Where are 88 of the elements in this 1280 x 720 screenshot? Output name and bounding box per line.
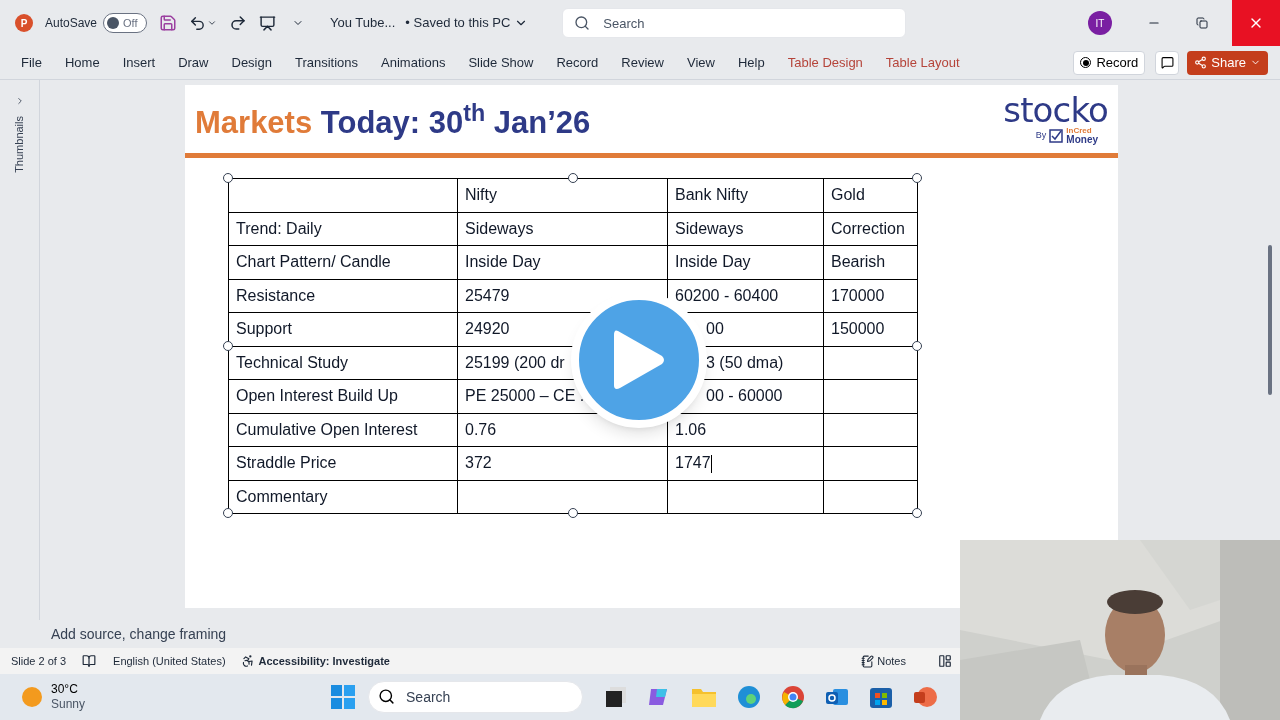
comments-button[interactable] — [1155, 50, 1180, 75]
ribbon-tab[interactable]: Animations — [381, 52, 446, 73]
table-cell: Chart Pattern/ Candle — [228, 245, 458, 279]
document-title[interactable]: You Tube... — [330, 13, 396, 33]
table-cell: Straddle Price — [228, 446, 458, 480]
notes-hint[interactable]: Add source, change framing — [51, 623, 227, 645]
edge-icon[interactable] — [737, 685, 762, 709]
table-cell: Support — [228, 312, 458, 346]
ribbon-tab[interactable]: Table Layout — [885, 52, 960, 73]
checkbox-icon — [1049, 129, 1064, 143]
ribbon-tab[interactable]: Draw — [178, 52, 209, 73]
table-cell: Gold — [823, 178, 918, 212]
search-icon — [574, 15, 591, 31]
weather-condition[interactable]: Sunny — [51, 697, 86, 712]
save-icon[interactable] — [159, 14, 178, 32]
thumbnails-label[interactable]: Thumbnails — [11, 116, 28, 173]
slide-counter[interactable]: Slide 2 of 3 — [11, 652, 67, 670]
selection-handle[interactable] — [223, 341, 233, 351]
table-cell: 372 — [457, 446, 668, 480]
table-cell: Technical Study — [228, 346, 458, 380]
selection-handle[interactable] — [223, 173, 233, 183]
ribbon-tab[interactable]: Slide Show — [468, 52, 534, 73]
table-cell: Bearish — [823, 245, 918, 279]
ribbon-tab[interactable]: File — [21, 52, 42, 73]
accessibility-icon[interactable] — [240, 654, 255, 668]
logo-brand: Money — [1066, 135, 1098, 145]
redo-icon[interactable] — [229, 14, 248, 32]
table-cell: Open Interest Build Up — [228, 379, 458, 413]
selection-handle[interactable] — [912, 173, 922, 183]
table-cell: Trend: Daily — [228, 212, 458, 246]
selection-handle[interactable] — [912, 341, 922, 351]
windows-icon[interactable] — [331, 685, 356, 709]
notes-button[interactable]: Notes — [861, 652, 906, 670]
presentation-icon[interactable] — [259, 14, 277, 32]
accessibility-label[interactable]: Accessibility: Investigate — [258, 652, 390, 670]
task-view-icon[interactable] — [605, 686, 628, 708]
selection-handle[interactable] — [568, 173, 578, 183]
autosave-toggle[interactable]: Off — [103, 13, 148, 33]
slide-title: Markets Today: 30$^{th}$ Jan’26 — [195, 100, 591, 138]
table-cell: Nifty — [457, 178, 668, 212]
autosave-label: AutoSave — [45, 15, 98, 32]
ribbon-tab[interactable]: Insert — [122, 52, 156, 73]
table-cell: Commentary — [228, 480, 458, 514]
selection-handle[interactable] — [223, 508, 233, 518]
table-cell: 1747 — [667, 446, 824, 480]
search-field[interactable]: Search — [562, 8, 907, 38]
table-cell: Inside Day — [667, 245, 824, 279]
table-cell: 170000 — [823, 279, 918, 313]
scrollbar-thumb[interactable] — [1268, 245, 1272, 395]
ribbon-tab[interactable]: Home — [64, 52, 100, 73]
table-cell: Cumulative Open Interest — [228, 413, 458, 447]
spelling-icon[interactable] — [82, 654, 97, 668]
table-cell: Resistance — [228, 279, 458, 313]
comment-icon — [1160, 56, 1174, 69]
powerpoint-icon[interactable] — [913, 685, 938, 709]
selection-handle[interactable] — [568, 508, 578, 518]
ribbon-tab[interactable]: View — [687, 52, 715, 73]
ribbon-tab[interactable]: Review — [621, 52, 664, 73]
logo-wordmark: stocko — [1003, 93, 1108, 127]
logo-by: By — [1035, 129, 1047, 143]
weather-temperature[interactable]: 30°C — [51, 682, 86, 697]
record-button[interactable]: Record — [1073, 50, 1146, 75]
store-icon[interactable] — [869, 685, 894, 709]
ribbon-tab[interactable]: Help — [737, 52, 765, 73]
search-icon — [378, 688, 396, 705]
normal-view-icon[interactable] — [938, 654, 952, 668]
logo-brand: InCred — [1066, 127, 1093, 135]
taskbar-search-field[interactable]: Search — [368, 681, 584, 713]
table-cell: Inside Day — [457, 245, 668, 279]
selection-handle[interactable] — [912, 508, 922, 518]
ribbon-tab[interactable]: Transitions — [294, 52, 359, 73]
table-cell: Sideways — [457, 212, 668, 246]
save-status[interactable]: • Saved to this PC — [405, 13, 511, 33]
undo-icon[interactable] — [189, 14, 207, 32]
ribbon-tab[interactable]: Record — [556, 52, 599, 73]
restore-icon[interactable] — [1196, 17, 1208, 29]
chrome-icon[interactable] — [781, 685, 806, 709]
app-logo: P — [15, 14, 33, 32]
table-cell: Bank Nifty — [667, 178, 824, 212]
table-cell: Correction — [823, 212, 918, 246]
ribbon-tab[interactable]: Design — [231, 52, 272, 73]
ribbon-tab[interactable]: Table Design — [787, 52, 863, 73]
user-avatar[interactable]: IT — [1088, 11, 1112, 35]
language-label[interactable]: English (United States) — [113, 652, 226, 670]
share-button[interactable]: Share — [1187, 50, 1268, 75]
share-icon — [1194, 56, 1208, 69]
table-cell: Sideways — [667, 212, 824, 246]
notes-icon — [861, 654, 875, 668]
